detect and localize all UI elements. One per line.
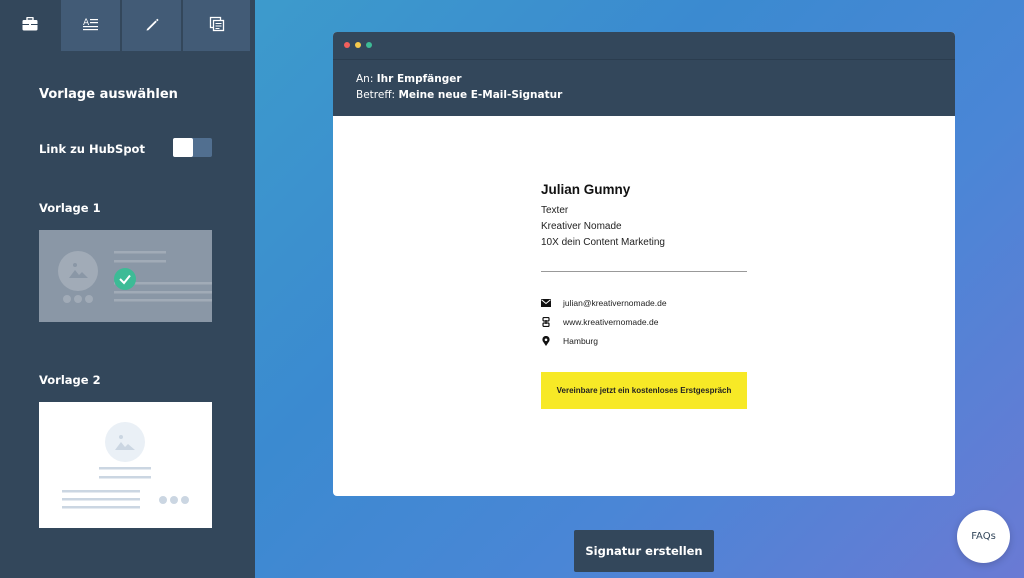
email-header: An: Ihr Empfänger Betreff: Meine neue E-…	[333, 32, 955, 116]
envelope-icon	[541, 298, 551, 308]
sidebar: A Vorlage auswählen Link zu HubSpot Vorl…	[0, 0, 255, 578]
email-preview: An: Ihr Empfänger Betreff: Meine neue E-…	[333, 32, 955, 496]
contact-location: Hamburg	[541, 336, 598, 346]
template2-card[interactable]	[39, 402, 212, 528]
template1-preview	[58, 251, 212, 303]
signature-company: Kreativer Nomade	[541, 221, 622, 232]
contact-email-text[interactable]: julian@kreativernomade.de	[563, 298, 667, 308]
cta-button[interactable]: Vereinbare jetzt ein kostenloses Erstges…	[541, 372, 747, 409]
tab-details[interactable]: A	[61, 0, 122, 51]
minimize-dot-icon	[355, 42, 361, 48]
to-prefix: An:	[356, 73, 374, 85]
template2-label: Vorlage 2	[39, 373, 101, 387]
text-format-icon: A	[82, 16, 99, 35]
signature-block: Julian Gumny Texter Kreativer Nomade 10X…	[541, 182, 751, 251]
pen-icon	[144, 16, 160, 36]
maximize-dot-icon	[366, 42, 372, 48]
briefcase-icon	[22, 16, 38, 35]
contact-website-text[interactable]: www.kreativernomade.de	[563, 317, 658, 327]
sidebar-title: Vorlage auswählen	[39, 87, 178, 102]
tab-style[interactable]	[122, 0, 183, 51]
tab-copy[interactable]	[183, 0, 250, 51]
create-signature-button[interactable]: Signatur erstellen	[574, 530, 714, 572]
template1-card[interactable]	[39, 230, 212, 322]
tab-templates[interactable]	[0, 0, 61, 51]
to-value: Ihr Empfänger	[376, 73, 462, 85]
copy-icon	[209, 16, 225, 36]
subject-value: Meine neue E-Mail-Signatur	[398, 89, 563, 101]
contact-email: julian@kreativernomade.de	[541, 298, 667, 308]
signature-name: Julian Gumny	[541, 182, 631, 197]
faq-button[interactable]: FAQs	[957, 510, 1010, 563]
template2-preview	[62, 422, 189, 509]
email-to: An: Ihr Empfänger	[356, 73, 462, 85]
link-icon	[541, 317, 551, 327]
check-icon	[114, 268, 136, 290]
map-pin-icon	[541, 336, 551, 346]
hubspot-link-toggle[interactable]	[173, 138, 212, 157]
signature-title: Texter	[541, 205, 569, 216]
email-subject: Betreff: Meine neue E-Mail-Signatur	[356, 89, 562, 101]
signature-tagline: 10X dein Content Marketing	[541, 237, 665, 248]
sidebar-tabs: A	[0, 0, 255, 51]
header-divider	[333, 59, 955, 60]
hubspot-link-row: Link zu HubSpot	[39, 138, 212, 158]
contact-location-text: Hamburg	[563, 336, 598, 346]
signature-divider	[541, 271, 747, 272]
hubspot-link-label: Link zu HubSpot	[39, 142, 145, 156]
subject-prefix: Betreff:	[356, 89, 396, 101]
close-dot-icon	[344, 42, 350, 48]
contact-website: www.kreativernomade.de	[541, 317, 658, 327]
toggle-knob	[173, 138, 193, 157]
template1-label: Vorlage 1	[39, 201, 101, 215]
window-controls	[344, 42, 372, 48]
